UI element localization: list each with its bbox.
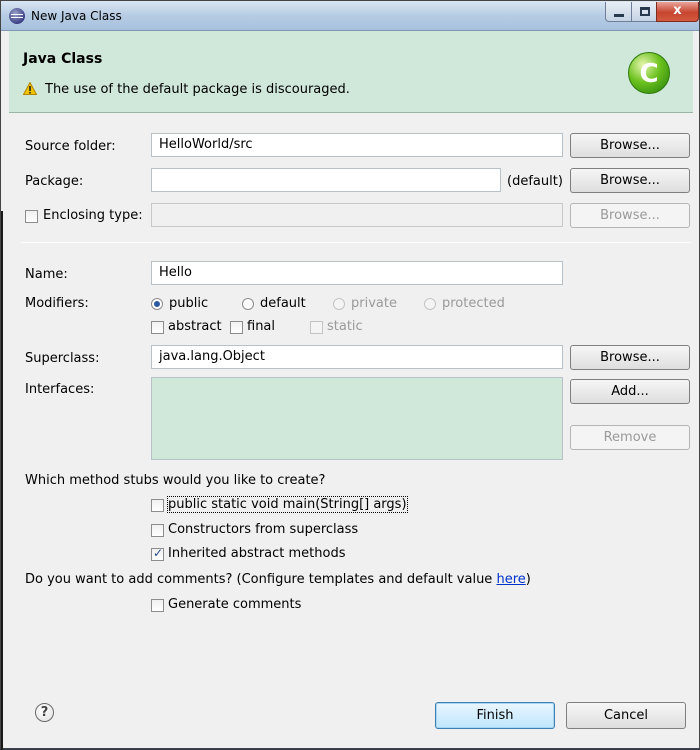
modifiers-label: Modifiers: — [25, 296, 89, 311]
finish-button[interactable]: Finish — [435, 702, 555, 729]
modifier-protected-label: protected — [442, 296, 505, 311]
close-icon: x — [673, 3, 682, 18]
window-title: New Java Class — [31, 9, 122, 23]
modifier-final-label: final — [247, 319, 276, 334]
source-folder-browse-button[interactable]: Browse... — [570, 133, 690, 158]
page-title: Java Class — [23, 51, 103, 67]
class-name-input[interactable]: Hello — [151, 261, 563, 285]
warning-icon — [23, 82, 37, 95]
interfaces-add-button[interactable]: Add... — [570, 379, 690, 404]
stub-main-checkbox[interactable] — [151, 499, 164, 512]
minimize-button[interactable] — [605, 2, 632, 22]
modifier-abstract-checkbox[interactable] — [151, 321, 164, 334]
help-icon[interactable]: ? — [35, 703, 54, 722]
comments-question-end: ) — [525, 572, 531, 587]
stub-inherited-abstract-checkbox[interactable] — [151, 546, 164, 561]
enclosing-type-checkbox[interactable] — [25, 210, 38, 223]
enclosing-type-input[interactable] — [151, 203, 563, 227]
package-browse-button[interactable]: Browse... — [570, 168, 690, 193]
modifier-default-label: default — [260, 296, 306, 311]
superclass-label: Superclass: — [25, 351, 100, 366]
modifier-final-checkbox[interactable] — [230, 321, 243, 334]
java-class-logo-icon: C — [628, 52, 670, 94]
interfaces-label: Interfaces: — [25, 382, 95, 397]
modifier-private-radio[interactable] — [333, 298, 345, 310]
maximize-icon — [640, 7, 650, 16]
generate-comments-checkbox[interactable] — [151, 599, 164, 612]
new-java-class-dialog: New Java Class x Java Class The use of t… — [0, 0, 700, 750]
name-label: Name: — [25, 267, 68, 282]
modifier-static-checkbox[interactable] — [310, 321, 323, 334]
package-label: Package: — [25, 174, 84, 189]
generate-comments-label: Generate comments — [168, 597, 302, 612]
interfaces-remove-button[interactable]: Remove — [570, 425, 690, 450]
enclosing-type-browse-button[interactable]: Browse... — [570, 203, 690, 228]
method-stubs-question: Which method stubs would you like to cre… — [25, 473, 326, 488]
window-edge — [1, 211, 3, 750]
stub-inherited-abstract-label: Inherited abstract methods — [168, 546, 346, 561]
warning-message: The use of the default package is discou… — [45, 82, 350, 97]
interfaces-list[interactable] — [151, 377, 563, 460]
separator — [21, 242, 691, 243]
title-bar[interactable]: New Java Class x — [1, 1, 699, 31]
modifier-default-radio[interactable] — [242, 298, 254, 310]
comments-question-text: Do you want to add comments? (Configure … — [25, 572, 497, 587]
comments-question: Do you want to add comments? (Configure … — [25, 572, 531, 587]
modifier-abstract-label: abstract — [168, 319, 222, 334]
configure-templates-link[interactable]: here — [496, 572, 525, 587]
header-banner: Java Class The use of the default packag… — [9, 31, 693, 113]
close-button[interactable]: x — [656, 2, 699, 22]
source-folder-input[interactable]: HelloWorld/src — [151, 133, 563, 157]
superclass-browse-button[interactable]: Browse... — [570, 345, 690, 370]
modifier-private-label: private — [351, 296, 397, 311]
superclass-input[interactable]: java.lang.Object — [151, 345, 563, 369]
modifier-public-label: public — [169, 296, 209, 311]
stub-constructors-label: Constructors from superclass — [168, 522, 359, 537]
logo-letter: C — [639, 59, 659, 89]
minimize-icon — [614, 14, 624, 17]
modifier-static-label: static — [327, 319, 363, 334]
maximize-button[interactable] — [631, 2, 657, 22]
modifier-public-radio[interactable] — [151, 298, 163, 310]
package-input[interactable] — [151, 168, 501, 192]
modifier-protected-radio[interactable] — [424, 298, 436, 310]
package-default-hint: (default) — [507, 174, 563, 189]
stub-main-label: public static void main(String[] args) — [167, 496, 408, 513]
eclipse-icon — [9, 8, 25, 24]
source-folder-label: Source folder: — [25, 139, 116, 154]
enclosing-type-label: Enclosing type: — [43, 208, 143, 223]
stub-constructors-checkbox[interactable] — [151, 524, 164, 537]
cancel-button[interactable]: Cancel — [566, 702, 686, 729]
